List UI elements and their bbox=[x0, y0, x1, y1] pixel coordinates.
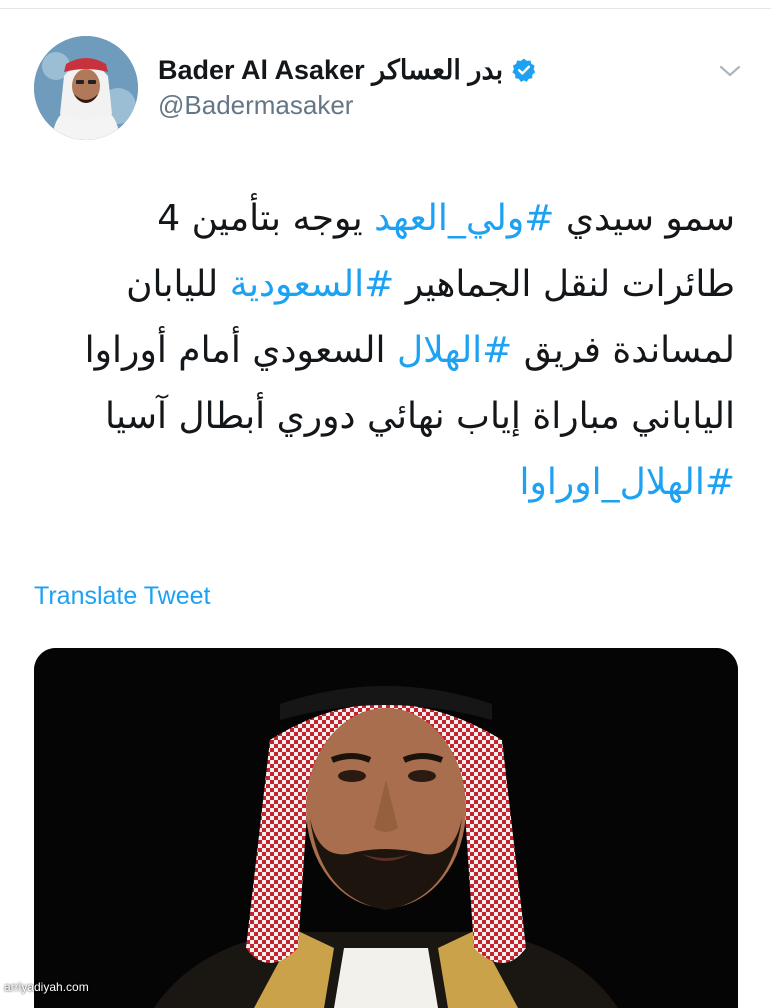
top-divider bbox=[0, 8, 771, 9]
chevron-down-icon[interactable] bbox=[717, 58, 743, 84]
tweet-text-segment: الياباني مباراة إياب نهائي دوري أبطال آس… bbox=[105, 396, 735, 437]
tweet-text-line: #الهلال_اوراوا bbox=[25, 450, 735, 516]
tweet-text-segment: لليابان bbox=[126, 264, 230, 305]
translate-tweet-link[interactable]: Translate Tweet bbox=[34, 582, 210, 611]
hashtag-link[interactable]: #ولي_العهد bbox=[374, 198, 554, 239]
author-avatar[interactable] bbox=[34, 36, 138, 140]
author-name-row[interactable]: Bader Al Asaker بدر العساكر bbox=[158, 50, 537, 90]
hashtag-link[interactable]: #السعودية bbox=[230, 264, 395, 305]
tweet-text-segment: لمساندة فريق bbox=[512, 330, 735, 371]
tweet-text-line: لمساندة فريق #الهلال السعودي أمام أوراوا bbox=[25, 318, 735, 384]
tweet-text-segment: يوجه بتأمين 4 bbox=[157, 198, 375, 239]
tweet-text-segment: طائرات لنقل الجماهير bbox=[394, 264, 735, 305]
tweet-text-line: الياباني مباراة إياب نهائي دوري أبطال آس… bbox=[25, 384, 735, 450]
avatar-photo bbox=[34, 36, 138, 140]
author-display-name[interactable]: Bader Al Asaker بدر العساكر bbox=[158, 55, 503, 86]
tweet-text: سمو سيدي #ولي_العهد يوجه بتأمين 4 طائرات … bbox=[25, 186, 735, 516]
hashtag-link[interactable]: #الهلال bbox=[397, 330, 512, 371]
author-handle[interactable]: @Badermasaker bbox=[158, 90, 353, 121]
tweet-text-line: طائرات لنقل الجماهير #السعودية لليابان bbox=[25, 252, 735, 318]
hashtag-link[interactable]: #الهلال_اوراوا bbox=[519, 462, 735, 503]
verified-badge-icon bbox=[511, 57, 537, 83]
tweet-text-segment: السعودي أمام أوراوا bbox=[84, 330, 397, 371]
watermark-text: arriyadiyah.com bbox=[4, 980, 89, 994]
tweet-text-line: سمو سيدي #ولي_العهد يوجه بتأمين 4 bbox=[25, 186, 735, 252]
tweet-text-segment: سمو سيدي bbox=[554, 198, 735, 239]
tweet-media-image[interactable] bbox=[34, 648, 738, 1008]
